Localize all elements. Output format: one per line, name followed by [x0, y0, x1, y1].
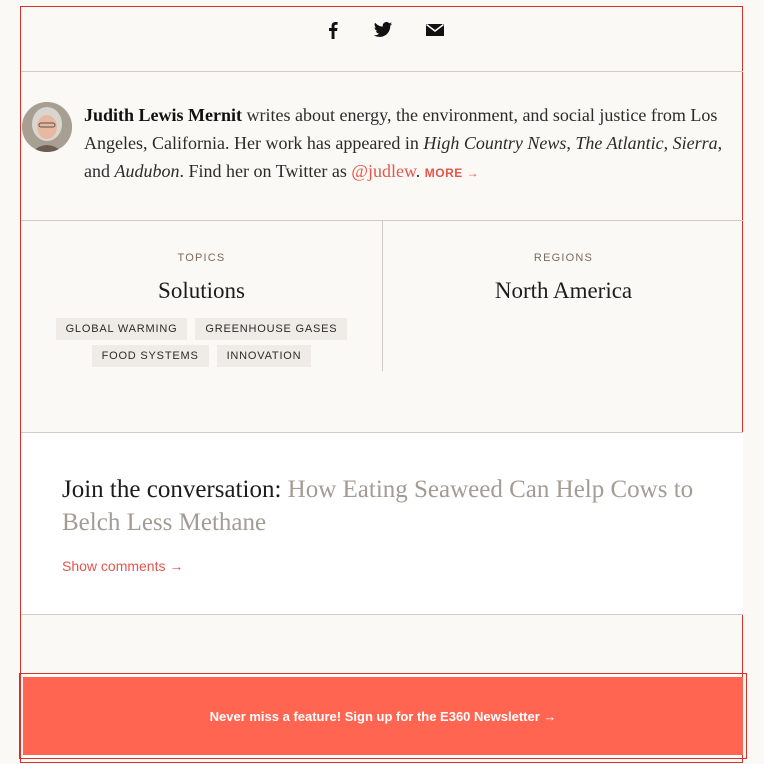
author-bio: Judith Lewis Mernit writes about energy,…	[21, 72, 743, 221]
topics-column: TOPICS Solutions GLOBAL WARMING GREENHOU…	[21, 221, 383, 371]
conversation-prefix: Join the conversation:	[62, 476, 288, 503]
publication-name: Sierra	[672, 133, 718, 153]
newsletter-banner: Never miss a feature! Sign up for the E3…	[19, 673, 747, 759]
tag-global-warming[interactable]: GLOBAL WARMING	[55, 318, 188, 340]
conversation-section: Join the conversation: How Eating Seawee…	[21, 432, 743, 615]
newsletter-cta[interactable]: Never miss a feature! Sign up for the E3…	[23, 677, 743, 755]
tag-greenhouse-gases[interactable]: GREENHOUSE GASES	[195, 318, 348, 340]
facebook-icon[interactable]	[323, 20, 343, 40]
conversation-heading: Join the conversation: How Eating Seawee…	[62, 473, 712, 539]
twitter-handle-link[interactable]: @judlew	[351, 161, 415, 181]
bio-text-segment: . Find her on Twitter as	[179, 161, 352, 181]
twitter-icon[interactable]	[373, 20, 393, 40]
share-bar	[21, 7, 743, 72]
more-link[interactable]: MORE →	[425, 166, 479, 180]
tag-innovation[interactable]: INNOVATION	[216, 345, 312, 367]
region-link-north-america[interactable]: North America	[383, 278, 744, 304]
regions-column: REGIONS North America	[383, 221, 744, 371]
author-bio-text: Judith Lewis Mernit writes about energy,…	[84, 101, 739, 187]
tag-food-systems[interactable]: FOOD SYSTEMS	[91, 345, 209, 367]
publication-name: High Country News	[423, 133, 567, 153]
publication-name: Audubon	[114, 161, 180, 181]
regions-label: REGIONS	[533, 252, 594, 264]
newsletter-signup-link[interactable]: Never miss a feature! Sign up for the E3…	[210, 709, 557, 724]
bio-separator: ,	[663, 133, 673, 153]
topic-tags: GLOBAL WARMING GREENHOUSE GASES FOOD SYS…	[52, 318, 352, 367]
author-name: Judith Lewis Mernit	[84, 105, 243, 125]
publication-name: The Atlantic	[575, 133, 664, 153]
taxonomy-section: TOPICS Solutions GLOBAL WARMING GREENHOU…	[21, 221, 743, 371]
bio-text-segment: .	[415, 161, 425, 181]
author-avatar	[22, 102, 72, 152]
topic-link-solutions[interactable]: Solutions	[21, 278, 382, 304]
show-comments-link[interactable]: Show comments →	[62, 558, 183, 574]
topics-label: TOPICS	[177, 252, 226, 264]
email-icon[interactable]	[425, 20, 445, 40]
